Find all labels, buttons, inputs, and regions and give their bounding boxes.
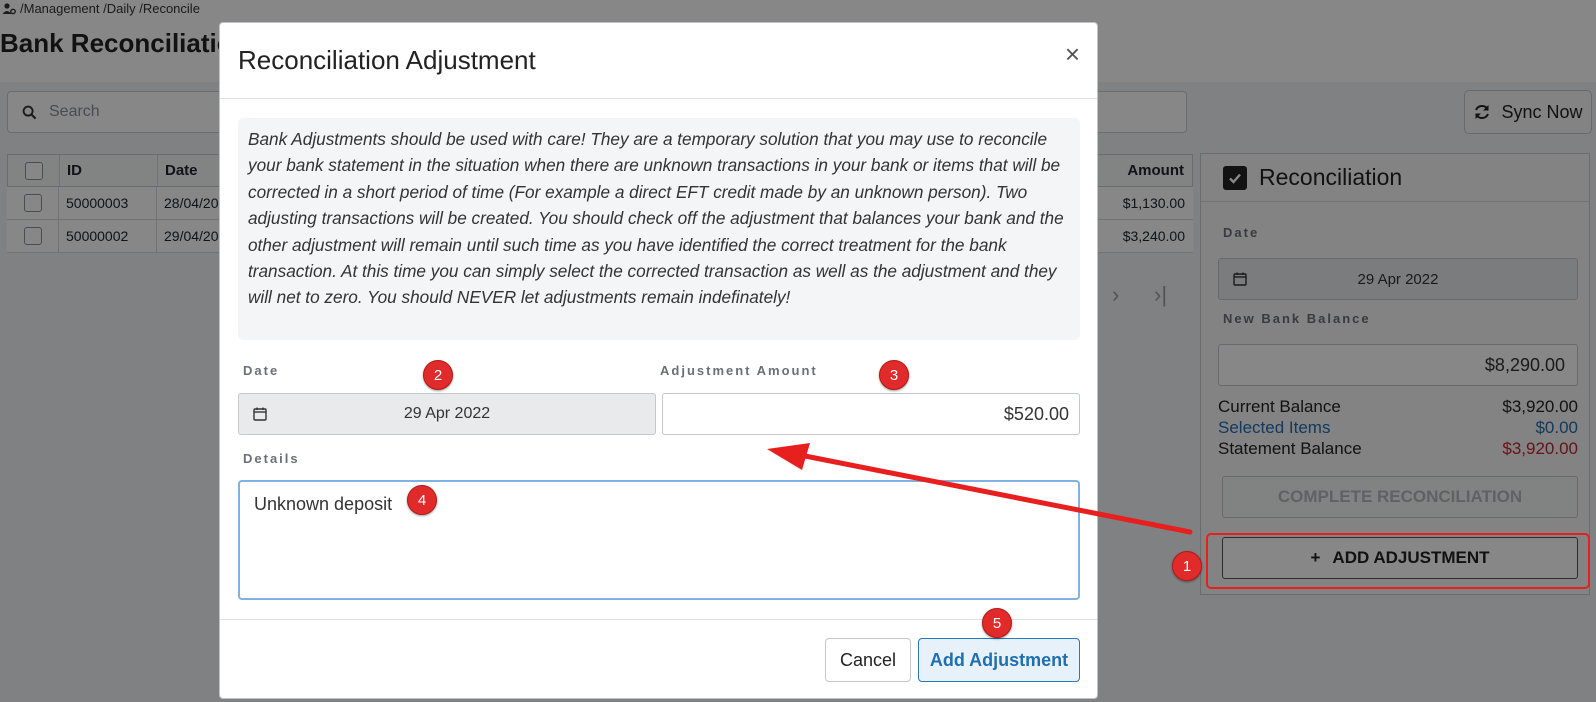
modal-header: Reconciliation Adjustment × bbox=[220, 23, 1097, 99]
annotation-badge-2: 2 bbox=[423, 360, 453, 390]
adjustment-date-value: 29 Apr 2022 bbox=[403, 405, 491, 422]
add-adjustment-submit-button[interactable]: Add Adjustment bbox=[918, 638, 1080, 682]
calendar-icon bbox=[253, 407, 267, 421]
adjustment-amount-label: Adjustment Amount bbox=[660, 363, 818, 378]
details-label: Details bbox=[243, 451, 300, 466]
details-textarea[interactable]: Unknown deposit bbox=[238, 480, 1080, 600]
adjustment-amount-value: $520.00 bbox=[1003, 403, 1069, 424]
annotation-badge-5: 5 bbox=[982, 608, 1012, 638]
cancel-button[interactable]: Cancel bbox=[825, 638, 911, 682]
annotation-badge-4: 4 bbox=[407, 485, 437, 515]
annotation-badge-1: 1 bbox=[1172, 551, 1202, 581]
close-icon[interactable]: × bbox=[1065, 39, 1080, 70]
date-label: Date bbox=[243, 363, 280, 378]
reconciliation-adjustment-modal: Reconciliation Adjustment × Bank Adjustm… bbox=[219, 22, 1098, 699]
adjustment-warning: Bank Adjustments should be used with car… bbox=[238, 118, 1080, 340]
annotation-badge-3: 3 bbox=[879, 360, 909, 390]
adjustment-date-field[interactable]: 29 Apr 2022 bbox=[238, 393, 656, 435]
adjustment-amount-input[interactable]: $520.00 bbox=[662, 393, 1080, 435]
modal-title: Reconciliation Adjustment bbox=[238, 45, 536, 75]
annotation-highlight-box bbox=[1206, 533, 1590, 589]
details-value: Unknown deposit bbox=[254, 494, 393, 514]
